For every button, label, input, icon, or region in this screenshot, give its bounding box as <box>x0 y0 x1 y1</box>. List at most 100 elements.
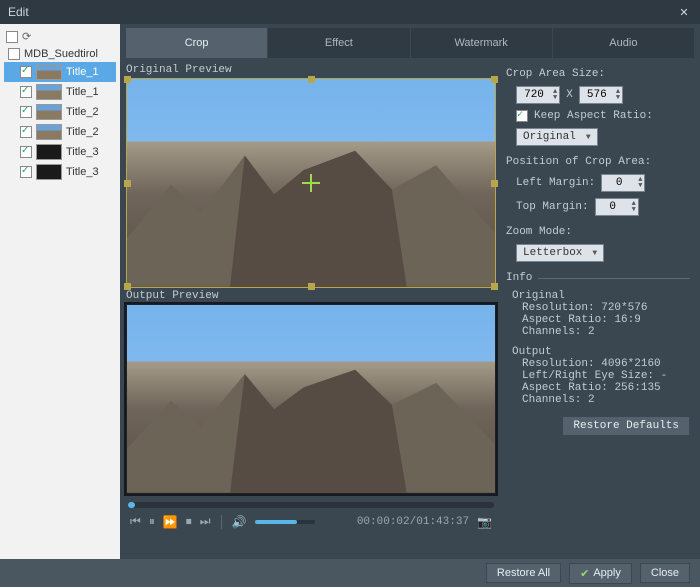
out-channels: 2 <box>588 394 595 406</box>
item-label: Title_1 <box>66 66 99 78</box>
crop-width-stepper[interactable]: ▲▼ <box>516 86 560 104</box>
item-checkbox[interactable] <box>20 106 32 118</box>
prev-icon[interactable]: ⏮ <box>130 514 141 529</box>
crop-handle-b[interactable] <box>308 283 315 290</box>
left-margin-stepper[interactable]: ▲▼ <box>601 174 645 192</box>
close-button[interactable]: Close <box>640 563 690 583</box>
out-aspect: 256:135 <box>614 382 660 394</box>
crop-position-label: Position of Crop Area: <box>506 156 690 168</box>
crop-height-input[interactable] <box>580 87 614 103</box>
orig-aspect: 16:9 <box>614 314 640 326</box>
close-icon[interactable]: ✕ <box>676 4 692 20</box>
playback-bar: ⏮ ⏸ ⏩ ⏹ ⏭ 🔊 00:00:02/01:43:37 📷 <box>126 498 496 531</box>
next-icon[interactable]: ⏭ <box>200 514 211 529</box>
thumbnail <box>36 144 62 160</box>
orig-resolution: 720*576 <box>601 302 647 314</box>
crop-handle-tr[interactable] <box>491 76 498 83</box>
left-margin-label: Left Margin: <box>516 177 595 189</box>
crop-width-input[interactable] <box>517 87 551 103</box>
output-preview-label: Output Preview <box>126 290 496 302</box>
crop-handle-r[interactable] <box>491 180 498 187</box>
settings-panel: Crop Area Size: ▲▼ X ▲▼ Keep Aspect Rati… <box>502 62 694 555</box>
crop-handle-bl[interactable] <box>124 283 131 290</box>
crop-center-crosshair[interactable] <box>302 174 320 192</box>
separator <box>221 515 222 529</box>
pause-icon[interactable]: ⏸ <box>149 514 155 529</box>
thumbnail <box>36 164 62 180</box>
keep-aspect-label: Keep Aspect Ratio: <box>534 110 653 122</box>
info-section-label: Info <box>506 272 532 284</box>
out-resolution: 4096*2160 <box>601 358 660 370</box>
crop-size-label: Crop Area Size: <box>506 68 690 80</box>
tab-crop[interactable]: Crop <box>126 28 268 58</box>
output-preview <box>126 304 496 494</box>
window-title: Edit <box>8 5 676 19</box>
original-preview-label: Original Preview <box>126 64 496 76</box>
item-label: Title_3 <box>66 166 99 178</box>
restore-all-button[interactable]: Restore All <box>486 563 561 583</box>
snapshot-icon[interactable]: 📷 <box>477 515 492 529</box>
original-preview[interactable] <box>126 78 496 288</box>
crop-handle-t[interactable] <box>308 76 315 83</box>
sidebar-item[interactable]: Title_1 <box>4 62 116 82</box>
left-margin-input[interactable] <box>602 175 636 191</box>
footer: Restore All ✔Apply Close <box>0 559 700 587</box>
volume-slider[interactable] <box>255 520 315 524</box>
info-original-heading: Original <box>512 290 690 302</box>
item-label: Title_2 <box>66 106 99 118</box>
sidebar-item[interactable]: Title_2 <box>4 122 116 142</box>
keep-aspect-checkbox[interactable]: Keep Aspect Ratio: <box>516 110 653 122</box>
sidebar-item[interactable]: Title_2 <box>4 102 116 122</box>
thumbnail <box>36 64 62 80</box>
sidebar: ⟳ MDB_Suedtirol Title_1 Title_1 Title_2 Tit… <box>0 24 120 559</box>
check-icon: ✔ <box>580 567 589 580</box>
sidebar-item[interactable]: Title_1 <box>4 82 116 102</box>
progress-slider[interactable] <box>128 502 494 508</box>
zoom-mode-label: Zoom Mode: <box>506 226 690 238</box>
tab-effect[interactable]: Effect <box>268 28 410 58</box>
orig-channels: 2 <box>588 326 595 338</box>
time-display: 00:00:02/01:43:37 <box>357 516 469 528</box>
crop-handle-br[interactable] <box>491 283 498 290</box>
sidebar-item[interactable]: Title_3 <box>4 142 116 162</box>
sidebar-item[interactable]: Title_3 <box>4 162 116 182</box>
crop-handle-l[interactable] <box>124 180 131 187</box>
mountain-graphic <box>127 141 495 287</box>
thumbnail <box>36 104 62 120</box>
item-checkbox[interactable] <box>20 166 32 178</box>
fastfwd-icon[interactable]: ⏩ <box>163 515 178 529</box>
item-checkbox[interactable] <box>20 126 32 138</box>
aspect-preset-select[interactable]: Original▼ <box>516 128 598 146</box>
apply-button[interactable]: ✔Apply <box>569 563 632 584</box>
tree-root[interactable]: MDB_Suedtirol <box>4 46 116 62</box>
crop-height-stepper[interactable]: ▲▼ <box>579 86 623 104</box>
root-label: MDB_Suedtirol <box>24 48 98 60</box>
top-margin-stepper[interactable]: ▲▼ <box>595 198 639 216</box>
reload-icon[interactable]: ⟳ <box>22 30 36 44</box>
item-checkbox[interactable] <box>20 66 32 78</box>
item-label: Title_3 <box>66 146 99 158</box>
tabs: CropEffectWatermarkAudio <box>126 28 694 58</box>
item-label: Title_1 <box>66 86 99 98</box>
top-margin-input[interactable] <box>596 199 630 215</box>
mountain-graphic <box>127 361 495 493</box>
titlebar: Edit ✕ <box>0 0 700 24</box>
tab-watermark[interactable]: Watermark <box>411 28 553 58</box>
volume-icon[interactable]: 🔊 <box>232 515 247 529</box>
root-checkbox[interactable] <box>8 48 20 60</box>
item-label: Title_2 <box>66 126 99 138</box>
out-lr: - <box>661 370 668 382</box>
restore-defaults-button[interactable]: Restore Defaults <box>562 416 690 436</box>
top-margin-label: Top Margin: <box>516 201 589 213</box>
thumbnail <box>36 84 62 100</box>
zoom-mode-select[interactable]: Letterbox▼ <box>516 244 604 262</box>
select-all-checkbox[interactable] <box>6 31 18 43</box>
info-output-heading: Output <box>512 346 690 358</box>
stop-icon[interactable]: ⏹ <box>186 514 192 529</box>
item-checkbox[interactable] <box>20 146 32 158</box>
crop-handle-tl[interactable] <box>124 76 131 83</box>
item-checkbox[interactable] <box>20 86 32 98</box>
tab-audio[interactable]: Audio <box>553 28 694 58</box>
x-label: X <box>566 89 573 101</box>
thumbnail <box>36 124 62 140</box>
